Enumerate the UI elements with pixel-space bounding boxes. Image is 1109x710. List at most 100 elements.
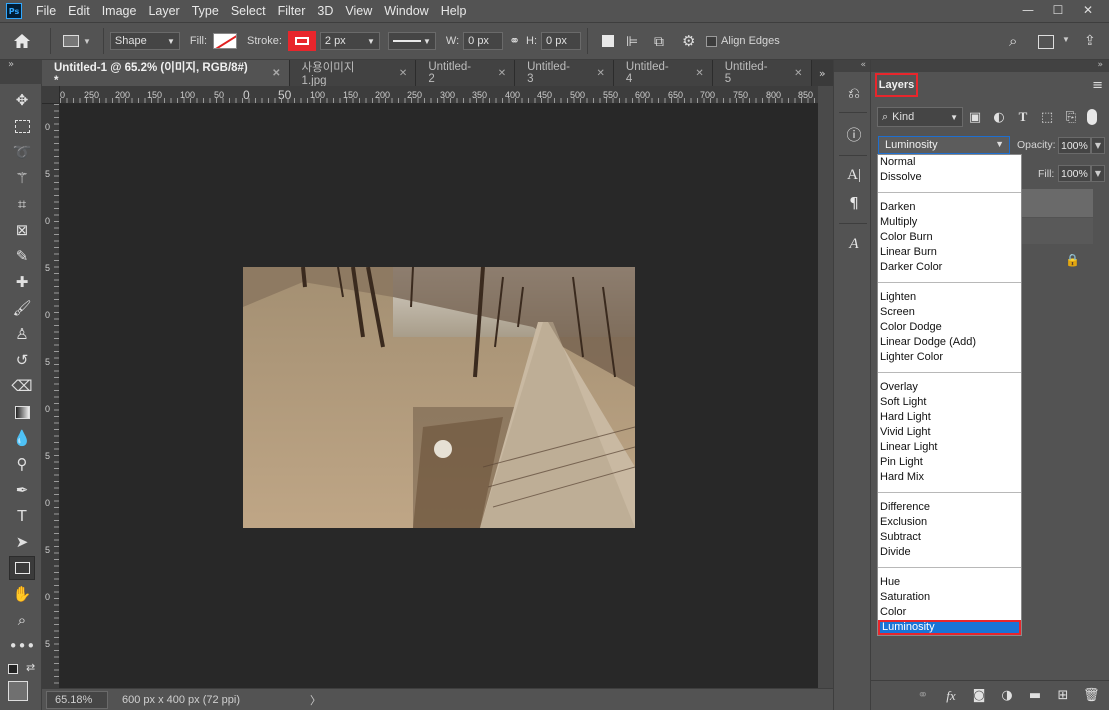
- path-selection-tool-icon[interactable]: ➤: [9, 530, 35, 554]
- adjustment-layer-icon[interactable]: ◑: [999, 688, 1015, 703]
- minimize-button[interactable]: —: [1013, 0, 1043, 20]
- blend-option-color-burn[interactable]: Color Burn: [878, 230, 1021, 245]
- opacity-dropdown-icon[interactable]: ▼: [1091, 137, 1105, 154]
- menu-layer[interactable]: Layer: [142, 4, 185, 18]
- opacity-input[interactable]: 100%: [1058, 137, 1091, 154]
- eraser-tool-icon[interactable]: ⌫: [9, 374, 35, 398]
- type-tool-icon[interactable]: T: [9, 504, 35, 528]
- vertical-scrollbar[interactable]: [818, 86, 833, 688]
- ruler-origin[interactable]: [42, 86, 60, 104]
- height-input[interactable]: 0 px: [541, 32, 582, 50]
- layer-style-fx-icon[interactable]: fx: [943, 688, 959, 704]
- link-layers-icon[interactable]: ⚭: [915, 688, 931, 703]
- fill-dropdown-icon[interactable]: ▼: [1091, 165, 1105, 182]
- menu-image[interactable]: Image: [96, 4, 143, 18]
- blend-option-darker-color[interactable]: Darker Color: [878, 260, 1021, 275]
- menu-help[interactable]: Help: [435, 4, 473, 18]
- more-tabs-icon[interactable]: »: [812, 60, 834, 86]
- stroke-width-input[interactable]: 2 px ▼: [319, 32, 380, 50]
- dodge-tool-icon[interactable]: ⚲: [9, 452, 35, 476]
- path-arrangement-icon[interactable]: ⧉: [654, 33, 674, 50]
- panel-menu-icon[interactable]: ≡: [1092, 78, 1103, 93]
- eyedropper-tool-icon[interactable]: ✎: [9, 244, 35, 268]
- blend-option-hard-light[interactable]: Hard Light: [878, 410, 1021, 425]
- vertical-ruler[interactable]: 0 5 0 5 0 5 0 5 0 5 0 5: [42, 104, 60, 688]
- close-icon[interactable]: ✕: [695, 68, 703, 79]
- blend-option-dissolve[interactable]: Dissolve: [878, 170, 1021, 185]
- healing-brush-tool-icon[interactable]: ✚: [9, 270, 35, 294]
- menu-window[interactable]: Window: [378, 4, 434, 18]
- link-dimensions-icon[interactable]: ⚭: [509, 33, 520, 49]
- menu-3d[interactable]: 3D: [311, 4, 339, 18]
- tab-image-1[interactable]: 사용이미지1.jpg ✕: [289, 60, 417, 87]
- tab-untitled-4[interactable]: Untitled-4 ✕: [613, 60, 713, 86]
- history-panel-icon[interactable]: ⎌: [843, 82, 865, 104]
- tab-untitled-1[interactable]: Untitled-1 @ 65.2% (이미지, RGB/8#) * ✕: [42, 60, 290, 87]
- stroke-swatch[interactable]: [287, 31, 316, 51]
- blend-option-color-dodge[interactable]: Color Dodge: [878, 320, 1021, 335]
- blend-option-luminosity[interactable]: Luminosity: [878, 620, 1021, 635]
- blend-option-lighten[interactable]: Lighten: [878, 290, 1021, 305]
- character-panel-icon[interactable]: A|: [843, 164, 865, 186]
- tab-untitled-2[interactable]: Untitled-2 ✕: [416, 60, 516, 86]
- filter-toggle[interactable]: [1087, 109, 1097, 125]
- glyphs-panel-icon[interactable]: A: [843, 233, 865, 255]
- blend-option-linear-dodge[interactable]: Linear Dodge (Add): [878, 335, 1021, 350]
- chevron-down-icon[interactable]: ▼: [1062, 35, 1070, 44]
- marquee-tool-icon[interactable]: [9, 114, 35, 138]
- blend-option-saturation[interactable]: Saturation: [878, 590, 1021, 605]
- search-icon[interactable]: ⌕: [1009, 33, 1017, 50]
- tool-preset-picker[interactable]: ▼: [63, 35, 91, 47]
- info-panel-icon[interactable]: ⓘ: [843, 123, 865, 145]
- pixel-layer-filter-icon[interactable]: ▣: [963, 110, 987, 125]
- blend-option-overlay[interactable]: Overlay: [878, 380, 1021, 395]
- blend-option-darken[interactable]: Darken: [878, 200, 1021, 215]
- menu-type[interactable]: Type: [186, 4, 225, 18]
- new-group-folder-icon[interactable]: ▬: [1027, 688, 1043, 703]
- blend-option-hard-mix[interactable]: Hard Mix: [878, 470, 1021, 485]
- menu-edit[interactable]: Edit: [62, 4, 96, 18]
- blend-option-color[interactable]: Color: [878, 605, 1021, 620]
- path-alignment-icon[interactable]: ⊫: [626, 33, 646, 50]
- maximize-button[interactable]: ☐: [1043, 0, 1073, 20]
- document-image[interactable]: [243, 267, 635, 528]
- filter-kind-select[interactable]: ⌕ Kind ▼: [877, 107, 963, 127]
- width-input[interactable]: 0 px: [463, 32, 504, 50]
- blend-option-multiply[interactable]: Multiply: [878, 215, 1021, 230]
- foreground-color-swatch[interactable]: [8, 681, 28, 701]
- hand-tool-icon[interactable]: ✋: [9, 582, 35, 606]
- shape-mode-select[interactable]: Shape ▼: [109, 32, 180, 50]
- tab-layers[interactable]: Layers: [875, 73, 918, 97]
- move-tool-icon[interactable]: ✥: [9, 88, 35, 112]
- blend-mode-select[interactable]: Luminosity ▼: [878, 136, 1010, 154]
- panel-collapse-icon[interactable]: »: [871, 60, 1109, 72]
- paragraph-panel-icon[interactable]: ¶: [843, 192, 865, 214]
- blend-option-linear-burn[interactable]: Linear Burn: [878, 245, 1021, 260]
- blend-option-divide[interactable]: Divide: [878, 545, 1021, 560]
- share-icon[interactable]: ⇪: [1084, 32, 1096, 49]
- blend-option-pin-light[interactable]: Pin Light: [878, 455, 1021, 470]
- new-layer-icon[interactable]: ⊞: [1055, 688, 1071, 703]
- brush-tool-icon[interactable]: 🖌: [9, 296, 35, 320]
- workspace-icon[interactable]: [1038, 35, 1054, 49]
- trash-icon[interactable]: 🗑: [1083, 688, 1100, 703]
- gear-icon[interactable]: ⚙: [682, 32, 702, 50]
- blend-option-lighter-color[interactable]: Lighter Color: [878, 350, 1021, 365]
- chevron-right-icon[interactable]: 〉: [310, 692, 321, 708]
- close-icon[interactable]: ✕: [498, 68, 506, 79]
- blend-option-difference[interactable]: Difference: [878, 500, 1021, 515]
- tab-untitled-5[interactable]: Untitled-5 ✕: [712, 60, 812, 86]
- close-window-button[interactable]: ✕: [1073, 0, 1103, 20]
- fill-input[interactable]: 100%: [1058, 165, 1091, 182]
- close-icon[interactable]: ✕: [794, 68, 802, 79]
- magic-wand-tool-icon[interactable]: ⚚: [9, 166, 35, 190]
- add-mask-icon[interactable]: ◙: [971, 688, 987, 703]
- type-layer-filter-icon[interactable]: T: [1011, 109, 1035, 125]
- adjustment-layer-filter-icon[interactable]: ◐: [987, 110, 1011, 125]
- default-colors-icon[interactable]: [8, 664, 18, 674]
- frame-tool-icon[interactable]: ⊠: [9, 218, 35, 242]
- path-operations-icon[interactable]: [598, 35, 618, 47]
- blend-option-exclusion[interactable]: Exclusion: [878, 515, 1021, 530]
- smart-object-filter-icon[interactable]: ⎘: [1059, 110, 1083, 125]
- gradient-tool-icon[interactable]: [9, 400, 35, 424]
